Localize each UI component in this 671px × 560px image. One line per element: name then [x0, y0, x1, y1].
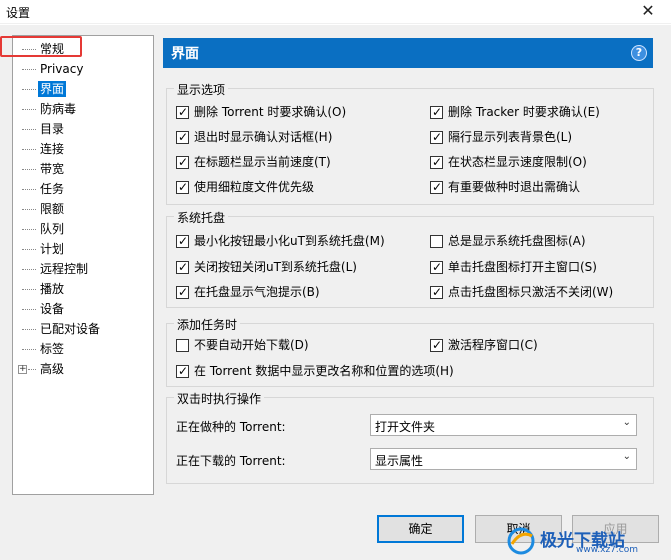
downloading-label: 正在下载的 Torrent:: [176, 454, 286, 468]
title-bar: 设置 ✕: [0, 0, 671, 24]
ok-button[interactable]: 确定: [377, 515, 464, 543]
chevron-down-icon: ⌄: [622, 451, 631, 462]
watermark-logo-icon: [507, 527, 535, 555]
close-icon[interactable]: ✕: [625, 0, 671, 24]
seeding-label: 正在做种的 Torrent:: [176, 420, 286, 434]
tree-item-tasks[interactable]: 任务: [13, 179, 153, 199]
chevron-down-icon: ⌄: [622, 417, 631, 428]
add-task-group: 添加任务时 不要自动开始下载(D) 激活程序窗口(C) 在 Torrent 数据…: [166, 316, 654, 387]
expand-icon[interactable]: +: [18, 365, 27, 374]
seeding-action-select[interactable]: 打开文件夹 ⌄: [370, 414, 637, 436]
tree-item-labels[interactable]: 标签: [13, 339, 153, 359]
tree-item-remote[interactable]: 远程控制: [13, 259, 153, 279]
group-title-dblclick: 双击时执行操作: [174, 390, 265, 407]
tree-item-directories[interactable]: 目录: [13, 119, 153, 139]
tree-item-bandwidth[interactable]: 带宽: [13, 159, 153, 179]
tree-item-queue[interactable]: 队列: [13, 219, 153, 239]
panel-header: 界面 ?: [163, 38, 653, 68]
panel-title: 界面: [171, 46, 199, 62]
window-title: 设置: [6, 6, 31, 20]
tree-item-ui[interactable]: 界面: [13, 79, 153, 99]
downloading-action-select[interactable]: 显示属性 ⌄: [370, 448, 637, 470]
tree-item-schedule[interactable]: 计划: [13, 239, 153, 259]
tree-item-antivirus[interactable]: 防病毒: [13, 99, 153, 119]
system-tray-group: 系统托盘 最小化按钮最小化uT到系统托盘(M) 总是显示系统托盘图标(A) 关闭…: [166, 209, 654, 308]
tree-item-playback[interactable]: 播放: [13, 279, 153, 299]
highlight-annotation: [0, 36, 82, 57]
tree-item-devices[interactable]: 设备: [13, 299, 153, 319]
tree-item-privacy[interactable]: Privacy: [13, 59, 153, 79]
tree-item-quota[interactable]: 限额: [13, 199, 153, 219]
double-click-group: 双击时执行操作 正在做种的 Torrent: 打开文件夹 ⌄ 正在下载的 Tor…: [166, 390, 654, 484]
help-icon[interactable]: ?: [631, 45, 647, 61]
tree-item-connection[interactable]: 连接: [13, 139, 153, 159]
dialog-client: 常规 Privacy 界面 防病毒 目录 连接 带宽 任务 限额 队列 计划 远…: [0, 25, 671, 560]
settings-tree[interactable]: 常规 Privacy 界面 防病毒 目录 连接 带宽 任务 限额 队列 计划 远…: [12, 35, 154, 495]
watermark: 极光下载站 www.xz7.com: [498, 526, 663, 556]
tree-item-advanced[interactable]: + 高级: [13, 359, 153, 379]
group-title-tray: 系统托盘: [174, 209, 229, 226]
display-options-group: 显示选项 删除 Torrent 时要求确认(O) 删除 Tracker 时要求确…: [166, 81, 654, 205]
group-title-addtask: 添加任务时: [174, 316, 241, 333]
tree-item-paired-devices[interactable]: 已配对设备: [13, 319, 153, 339]
group-title-display: 显示选项: [174, 81, 229, 98]
